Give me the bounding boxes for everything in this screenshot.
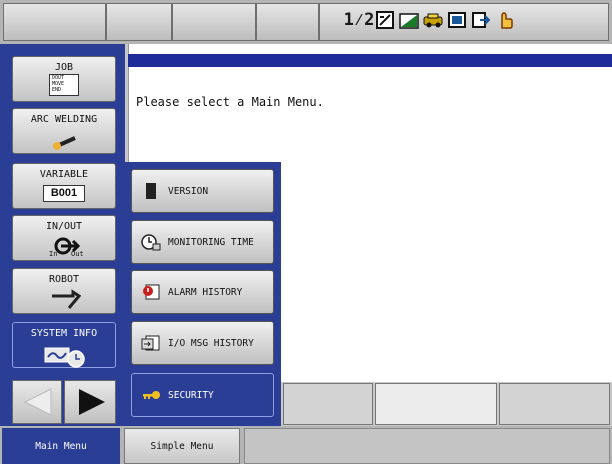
edit-box-icon [374, 8, 396, 32]
menu-system-info-label: SYSTEM INFO [30, 328, 98, 339]
menu-robot-label: ROBOT [48, 274, 80, 285]
submenu-security-label: SECURITY [168, 389, 214, 401]
submenu-io-msg-history-button[interactable]: I/O MSG HISTORY [131, 321, 274, 365]
main-menu-tab[interactable]: Main Menu [2, 428, 120, 464]
menu-robot-button[interactable]: ROBOT [12, 268, 116, 314]
version-icon [141, 182, 161, 200]
submenu-monitoring-time-button[interactable]: MONITORING TIME [131, 220, 274, 264]
toolbar-slot-4[interactable] [256, 3, 319, 41]
job-doc-icon: DOUT MOVE END [49, 74, 79, 96]
menu-arc-welding-button[interactable]: ARC WELDING [12, 108, 116, 154]
submenu-security-button[interactable]: SECURITY [131, 373, 274, 417]
in-out-icon: In Out [47, 234, 87, 260]
footer-status-area [244, 428, 610, 464]
menu-in-out-label: IN/OUT [45, 221, 83, 232]
toolbar-slot-1[interactable] [3, 3, 106, 41]
one-two-arrows-icon: 1⁄2 [343, 9, 375, 30]
menu-variable-button[interactable]: VARIABLE B001 [12, 163, 116, 209]
io-msg-history-icon [141, 334, 161, 352]
security-key-icon [141, 386, 161, 404]
variable-box-icon: B001 [43, 185, 85, 202]
content-title-bar [128, 54, 612, 67]
menu-in-out-button[interactable]: IN/OUT In Out [12, 215, 116, 261]
submenu-alarm-history-label: ALARM HISTORY [168, 286, 243, 298]
submenu-alarm-history-button[interactable]: ALARM HISTORY [131, 270, 274, 314]
monitoring-time-icon [141, 233, 161, 251]
prompt-message: Please select a Main Menu. [136, 95, 324, 109]
page-nav [12, 380, 116, 424]
function-key-3[interactable] [499, 383, 610, 425]
function-key-2[interactable] [375, 383, 497, 425]
menu-job-button[interactable]: JOB DOUT MOVE END [12, 56, 116, 102]
hand-pointer-icon [494, 8, 516, 32]
page-next-button[interactable] [64, 380, 116, 424]
car-ok-icon [422, 8, 444, 32]
menu-arc-welding-label: ARC WELDING [30, 114, 98, 125]
function-key-1[interactable] [283, 383, 373, 425]
arrow-left-icon [23, 388, 52, 416]
submenu-monitoring-time-label: MONITORING TIME [168, 236, 254, 248]
exit-icon [470, 8, 492, 32]
menu-variable-label: VARIABLE [39, 169, 89, 180]
teach-box-icon [446, 8, 468, 32]
toolbar-slot-3[interactable] [172, 3, 256, 41]
page-prev-button[interactable] [12, 380, 62, 424]
toolbar-slot-2[interactable] [106, 3, 172, 41]
alarm-history-icon [141, 283, 161, 301]
submenu-version-label: VERSION [168, 185, 209, 197]
menu-job-label: JOB [54, 62, 74, 73]
system-info-icon [43, 344, 89, 371]
menu-system-info-button[interactable]: SYSTEM INFO [12, 322, 116, 368]
level-chart-icon [398, 8, 420, 32]
welding-torch-icon [51, 130, 81, 153]
submenu-io-msg-history-label: I/O MSG HISTORY [168, 337, 254, 349]
submenu-version-button[interactable]: VERSION [131, 169, 274, 213]
robot-arm-icon [49, 288, 82, 313]
simple-menu-tab[interactable]: Simple Menu [124, 428, 240, 464]
arrow-right-icon [79, 389, 105, 415]
